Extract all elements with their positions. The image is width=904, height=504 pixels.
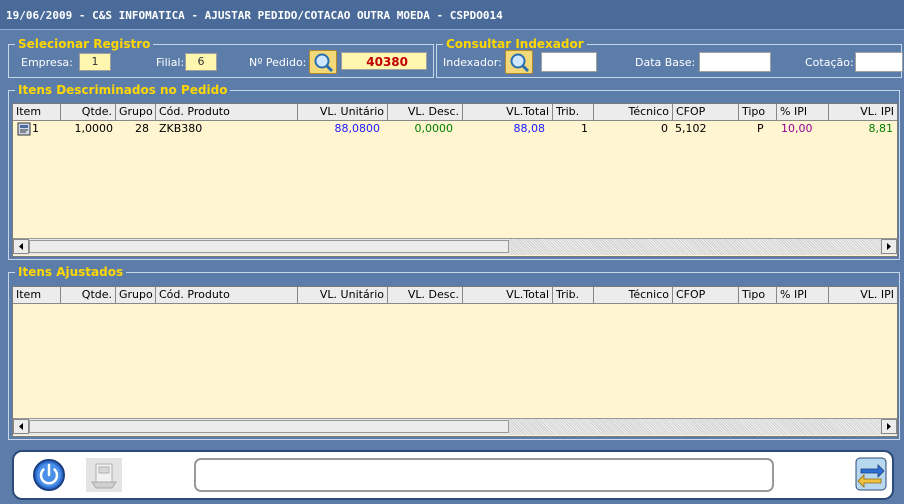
cell-pct-ipi: 10,00 <box>781 122 813 135</box>
col-header-tipo[interactable]: Tipo <box>739 287 777 303</box>
col-header-grupo[interactable]: Grupo <box>116 287 156 303</box>
col-header-vl-desc[interactable]: VL. Desc. <box>388 104 463 120</box>
col-header-cod-produto[interactable]: Cód. Produto <box>156 104 298 120</box>
col-header-cfop[interactable]: CFOP <box>673 104 739 120</box>
data-base-label: Data Base: <box>635 56 696 69</box>
selecionar-registro-group: Selecionar Registro Empresa: 1 Filial: 6… <box>8 37 434 78</box>
col-header-item[interactable]: Item <box>13 287 61 303</box>
pedido-field[interactable]: 40380 <box>341 52 427 70</box>
cell-grupo: 28 <box>135 122 149 135</box>
cell-qtde: 1,0000 <box>74 122 114 135</box>
table-header: Item Qtde. Grupo Cód. Produto VL. Unitár… <box>13 104 897 121</box>
selecionar-registro-legend: Selecionar Registro <box>15 37 154 51</box>
horizontal-scrollbar[interactable] <box>13 238 897 255</box>
magnifier-icon <box>510 53 530 72</box>
col-header-vl-unitario[interactable]: VL. Unitário <box>298 104 388 120</box>
col-header-vl-unitario[interactable]: VL. Unitário <box>298 287 388 303</box>
save-button[interactable] <box>86 458 122 492</box>
col-header-item[interactable]: Item <box>13 104 61 120</box>
col-header-trib[interactable]: Trib. <box>553 287 594 303</box>
data-base-field[interactable] <box>699 52 771 72</box>
cell-vl-ipi: 8,81 <box>868 122 894 135</box>
col-header-pct-ipi[interactable]: % IPI <box>777 287 829 303</box>
table-row[interactable]: 1 1,0000 28 ZKB380 88,0800 0,0000 88,08 … <box>13 121 897 137</box>
cotacao-field[interactable] <box>855 52 903 72</box>
col-header-pct-ipi[interactable]: % IPI <box>777 104 829 120</box>
horizontal-scrollbar[interactable] <box>13 418 897 435</box>
table-header: Item Qtde. Grupo Cód. Produto VL. Unitár… <box>13 287 897 304</box>
power-button[interactable] <box>32 458 66 492</box>
empresa-label: Empresa: <box>21 56 73 69</box>
scroll-thumb[interactable] <box>29 240 509 253</box>
col-header-vl-ipi[interactable]: VL. IPI <box>829 104 897 120</box>
magnifier-icon <box>314 53 334 72</box>
save-disk-icon <box>91 463 117 489</box>
col-header-tecnico[interactable]: Técnico <box>594 104 673 120</box>
exchange-arrows-icon <box>855 457 887 491</box>
itens-ajustados-table[interactable]: Item Qtde. Grupo Cód. Produto VL. Unitár… <box>12 286 898 437</box>
pedido-search-button[interactable] <box>309 50 337 74</box>
status-field <box>194 458 774 492</box>
consultar-indexador-group: Consultar Indexador Indexador: Data Base… <box>436 37 903 78</box>
scroll-right-button[interactable] <box>881 239 897 254</box>
scroll-left-button[interactable] <box>13 239 29 254</box>
consultar-indexador-legend: Consultar Indexador <box>443 37 587 51</box>
footer-panel <box>12 450 894 500</box>
item-detail-icon <box>17 122 31 136</box>
itens-pedido-legend: Itens Descriminados no Pedido <box>15 83 231 97</box>
app-window: 19/06/2009 - C&S INFOMATICA - AJUSTAR PE… <box>0 0 904 504</box>
cell-cfop: 5,102 <box>675 122 707 135</box>
col-header-vl-desc[interactable]: VL. Desc. <box>388 287 463 303</box>
scroll-thumb[interactable] <box>29 420 509 433</box>
title-bar: 19/06/2009 - C&S INFOMATICA - AJUSTAR PE… <box>0 0 904 30</box>
filial-label: Filial: <box>156 56 185 69</box>
col-header-grupo[interactable]: Grupo <box>116 104 156 120</box>
cell-vl-unitario: 88,0800 <box>334 122 381 135</box>
arrow-left-icon <box>19 243 23 250</box>
col-header-cod-produto[interactable]: Cód. Produto <box>156 287 298 303</box>
col-header-qtde[interactable]: Qtde. <box>61 104 116 120</box>
filial-field[interactable]: 6 <box>185 53 217 71</box>
col-header-trib[interactable]: Trib. <box>553 104 594 120</box>
col-header-vl-ipi[interactable]: VL. IPI <box>829 287 897 303</box>
col-header-qtde[interactable]: Qtde. <box>61 287 116 303</box>
row-icon <box>17 122 32 139</box>
cell-trib: 1 <box>581 122 588 135</box>
col-header-tipo[interactable]: Tipo <box>739 104 777 120</box>
itens-ajustados-group: Itens Ajustados Item Qtde. Grupo Cód. Pr… <box>8 265 900 440</box>
cell-tipo: P <box>757 122 764 135</box>
itens-pedido-table[interactable]: Item Qtde. Grupo Cód. Produto VL. Unitár… <box>12 103 898 257</box>
footer-bar <box>0 442 904 504</box>
scroll-right-button[interactable] <box>881 419 897 434</box>
arrow-left-icon <box>19 423 23 430</box>
cell-vl-desc: 0,0000 <box>414 122 454 135</box>
cell-tecnico: 0 <box>661 122 668 135</box>
empresa-field[interactable]: 1 <box>79 53 111 71</box>
pedido-label: Nº Pedido: <box>249 56 307 69</box>
power-icon <box>33 459 65 491</box>
arrow-right-icon <box>887 423 891 430</box>
indexador-field[interactable] <box>541 52 597 72</box>
scroll-track[interactable] <box>509 419 881 435</box>
itens-pedido-group: Itens Descriminados no Pedido Item Qtde.… <box>8 83 900 260</box>
scroll-left-button[interactable] <box>13 419 29 434</box>
col-header-vl-total[interactable]: VL.Total <box>463 104 553 120</box>
indexador-search-button[interactable] <box>505 50 533 74</box>
arrow-right-icon <box>887 243 891 250</box>
col-header-vl-total[interactable]: VL.Total <box>463 287 553 303</box>
cell-cod-produto: ZKB380 <box>159 122 203 135</box>
cotacao-label: Cotação: <box>805 56 854 69</box>
scroll-track[interactable] <box>509 239 881 255</box>
indexador-label: Indexador: <box>443 56 502 69</box>
adjust-currency-button[interactable] <box>854 454 888 494</box>
col-header-tecnico[interactable]: Técnico <box>594 287 673 303</box>
itens-ajustados-legend: Itens Ajustados <box>15 265 127 279</box>
cell-vl-total: 88,08 <box>513 122 546 135</box>
cell-item: 1 <box>32 122 39 135</box>
col-header-cfop[interactable]: CFOP <box>673 287 739 303</box>
window-title: 19/06/2009 - C&S INFOMATICA - AJUSTAR PE… <box>6 9 503 22</box>
